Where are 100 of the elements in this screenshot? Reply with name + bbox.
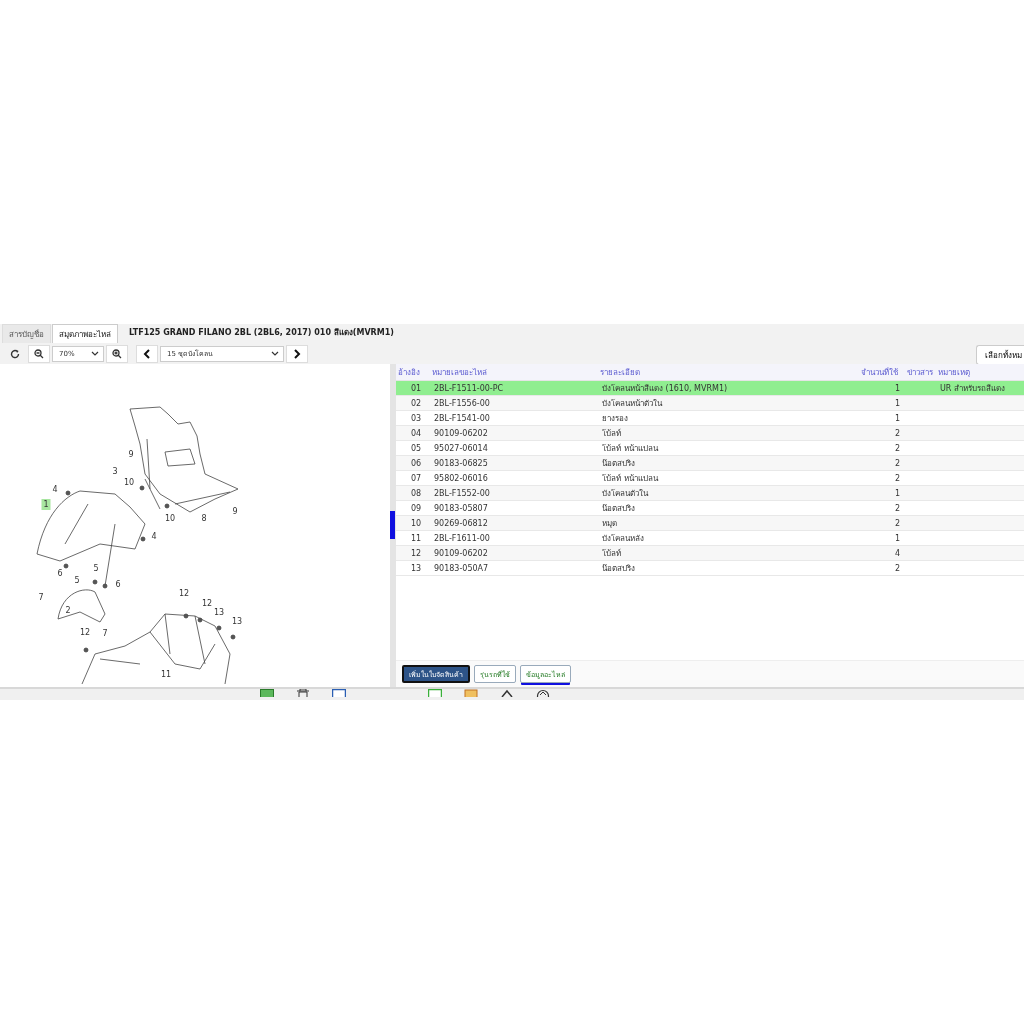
table-cell-text: 10	[409, 518, 423, 528]
table-cell-text: 1	[893, 413, 901, 423]
table-cell-text: โบ้ลท์	[602, 427, 622, 440]
zoom-out-icon	[34, 348, 44, 359]
column-header[interactable]: รายละเอียด	[600, 365, 836, 379]
table-cell-text: 2BL-F1611-00	[434, 533, 491, 543]
callout-label[interactable]: 1	[43, 500, 49, 509]
table-row[interactable]: 13 90183-050A7 น๊อตสปริง 2	[396, 561, 1024, 576]
table-cell-text: 06	[409, 458, 423, 468]
table-cell-text: 90183-05807	[434, 503, 489, 513]
table-cell-text: 1	[893, 488, 901, 498]
table-cell-text: 04	[409, 428, 423, 438]
callout-label[interactable]: 10	[123, 478, 135, 487]
callout-label[interactable]: 13	[231, 617, 243, 626]
callout-label[interactable]: 4	[52, 485, 58, 494]
table-cell-text: 4	[893, 548, 901, 558]
callout-label[interactable]: 9	[128, 450, 134, 459]
table-cell-text: 2	[893, 443, 901, 453]
table-cell-text: 2BL-F1552-00	[434, 488, 491, 498]
splitter-handle[interactable]	[390, 511, 395, 539]
table-cell-text: 2	[893, 518, 901, 528]
page-title: LTF125 GRAND FILANO 2BL (2BL6, 2017) 010 สีแดง(MVRM1)	[129, 327, 394, 339]
table-cell-text: 95802-06016	[434, 473, 489, 483]
table-cell-text: 2BL-F1556-00	[434, 398, 491, 408]
table-cell-text: 1	[893, 398, 901, 408]
trash-icon[interactable]	[296, 689, 310, 697]
select-all-button[interactable]: เลือกทั้งหม	[976, 345, 1024, 365]
clipboard-icon[interactable]	[464, 689, 478, 697]
window-icon[interactable]	[332, 689, 346, 697]
callout-label[interactable]: 3	[112, 467, 118, 476]
table-row[interactable]: 02 2BL-F1556-00 บังโคลนหน้าตัวใน 1	[396, 396, 1024, 411]
table-row[interactable]: 12 90109-06202 โบ้ลท์ 4	[396, 546, 1024, 561]
table-row[interactable]: 01 2BL-F1511-00-PC บังโคลนหน้าสีแดง (1610, MVRM1) 1 UR สำหรับรถสีแดง	[396, 381, 1024, 396]
table-cell-text: หมุด	[602, 517, 618, 530]
callout-label[interactable]: 8	[201, 514, 207, 523]
chevron-right-icon	[293, 348, 301, 359]
table-cell-text: 08	[409, 488, 423, 498]
table-cell-text: น๊อตสปริง	[602, 562, 636, 575]
table-row[interactable]: 10 90269-06812 หมุด 2	[396, 516, 1024, 531]
callout-label[interactable]: 13	[213, 608, 225, 617]
table-cell-text: 90269-06812	[434, 518, 489, 528]
chevron-left-icon	[143, 348, 151, 359]
previous-button[interactable]	[136, 344, 158, 363]
callout-label[interactable]: 5	[93, 564, 99, 573]
caret-icon	[91, 351, 99, 356]
column-header[interactable]: ข่าวสาร	[902, 365, 938, 379]
table-cell-text: น๊อตสปริง	[602, 502, 636, 515]
table-cell-text: 1	[893, 533, 901, 543]
callout-label[interactable]: 12	[201, 599, 213, 608]
callout-label[interactable]: 6	[57, 569, 63, 578]
table-cell-text: 05	[409, 443, 423, 453]
table-cell-text: บังโคลนตัวใน	[602, 487, 650, 500]
table-row[interactable]: 04 90109-06202 โบ้ลท์ 2	[396, 426, 1024, 441]
column-header[interactable]: หมายเหตุ	[938, 365, 970, 379]
table-cell-text: 09	[409, 503, 423, 513]
callout-label[interactable]: 11	[160, 670, 172, 679]
table-cell-text: โบ้ลท์ หน้าแปลน	[602, 442, 660, 455]
table-cell-text: 2	[893, 563, 901, 573]
chevron-up-icon[interactable]	[500, 689, 514, 697]
table-cell-text: โบ้ลท์	[602, 547, 622, 560]
table-cell-text: UR สำหรับรถสีแดง	[940, 382, 1005, 395]
callout-label[interactable]: 12	[79, 628, 91, 637]
column-header[interactable]: อ้างอิง	[396, 365, 432, 379]
table-row[interactable]: 08 2BL-F1552-00 บังโคลนตัวใน 1	[396, 486, 1024, 501]
callout-label[interactable]: 9	[232, 507, 238, 516]
panel-splitter[interactable]	[390, 364, 396, 687]
tab[interactable]: สารบัญชื่อ	[2, 324, 51, 343]
callout-label[interactable]: 10	[164, 514, 176, 523]
column-header[interactable]: จำนวนที่ใช้	[836, 365, 902, 379]
table-cell-text: 90183-050A7	[434, 563, 490, 573]
table-cell-text: 90109-06202	[434, 548, 489, 558]
table-cell-text: โบ้ลท์ หน้าแปลน	[602, 472, 660, 485]
callout-label[interactable]: 7	[102, 629, 108, 638]
table-cell-text: 2	[893, 503, 901, 513]
column-header[interactable]: หมายเลขอะไหล่	[432, 365, 600, 379]
callout-label[interactable]: 6	[115, 580, 121, 589]
callout-label[interactable]: 5	[74, 576, 80, 585]
callout-label[interactable]: 2	[65, 606, 71, 615]
table-cell-text: 01	[409, 383, 423, 393]
table-cell-text: น๊อตสปริง	[602, 457, 636, 470]
table-cell-text: 13	[409, 563, 423, 573]
table-cell-text: 2	[893, 473, 901, 483]
table-cell-text: 11	[409, 533, 423, 543]
zoom-out-button[interactable]	[28, 344, 50, 363]
callout-label[interactable]: 7	[38, 593, 44, 602]
table-cell-text: บังโคลนหน้าตัวใน	[602, 397, 664, 410]
table-cell-text: ยางรอง	[602, 412, 629, 425]
table-cell-text: บังโคลนหลัง	[602, 532, 645, 545]
table-row[interactable]: 06 90183-06825 น๊อตสปริง 2	[396, 456, 1024, 471]
tab[interactable]: สมุดภาพอะไหล่	[52, 324, 118, 343]
zoom-in-icon	[112, 348, 122, 359]
callout-label[interactable]: 4	[151, 532, 157, 541]
zoom-in-button[interactable]	[106, 344, 128, 363]
table-cell-text: 2	[893, 428, 901, 438]
callout-label[interactable]: 12	[178, 589, 190, 598]
table-cell-text: 02	[409, 398, 423, 408]
table-cell-text: 90183-06825	[434, 458, 489, 468]
next-button[interactable]	[286, 344, 308, 363]
table-cell-text: 2	[893, 458, 901, 468]
table-cell-text: 2BL-F1511-00-PC	[434, 383, 505, 393]
